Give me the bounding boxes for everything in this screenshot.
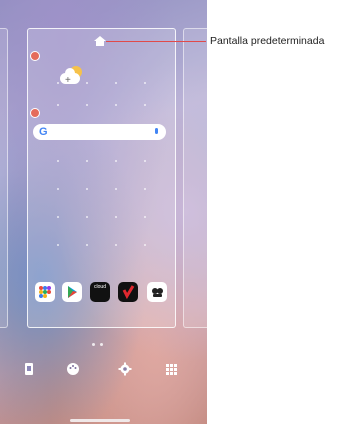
cloud-app-label: cloud — [94, 284, 106, 290]
page-indicator[interactable] — [92, 343, 95, 346]
grid-dot — [86, 216, 88, 218]
remove-widget-icon[interactable] — [30, 51, 40, 61]
remove-widget-icon[interactable] — [30, 108, 40, 118]
grid-dot — [144, 104, 146, 106]
right-page-preview[interactable] — [183, 28, 207, 328]
grid-dot — [144, 188, 146, 190]
gear-icon[interactable] — [118, 362, 132, 376]
grid-dot — [115, 104, 117, 106]
grid-dot — [115, 82, 117, 84]
grid-dot — [115, 244, 117, 246]
grid-dot — [115, 188, 117, 190]
grid-dot — [57, 82, 59, 84]
grid-dot — [144, 216, 146, 218]
grid-apps-icon[interactable] — [164, 362, 178, 376]
widgets-icon[interactable] — [22, 362, 36, 376]
google-logo-icon: G — [39, 126, 48, 138]
grid-dot — [86, 188, 88, 190]
grid-dot — [57, 216, 59, 218]
play-store-icon[interactable] — [62, 282, 82, 302]
cloud-app-icon[interactable]: cloud — [90, 282, 110, 302]
left-page-preview[interactable] — [0, 28, 8, 328]
callout-line — [106, 41, 206, 42]
grid-dot — [86, 82, 88, 84]
callout-label: Pantalla predeterminada — [210, 35, 325, 47]
grid-dot — [144, 160, 146, 162]
grid-dot — [86, 104, 88, 106]
search-bar[interactable]: G — [33, 124, 166, 140]
page-indicator[interactable] — [100, 343, 103, 346]
grid-dot — [86, 244, 88, 246]
palette-icon[interactable] — [66, 362, 80, 376]
grid-dot — [144, 82, 146, 84]
mic-icon[interactable] — [155, 128, 158, 134]
grid-dot — [57, 188, 59, 190]
grid-dot — [57, 104, 59, 106]
grid-dot — [115, 160, 117, 162]
messages-icon[interactable] — [147, 282, 167, 302]
phone-screen: + G cloud — [0, 0, 207, 424]
verizon-icon[interactable] — [118, 282, 138, 302]
home-indicator-bar — [70, 419, 130, 422]
grid-dot — [57, 160, 59, 162]
grid-dot — [144, 244, 146, 246]
grid-dot — [57, 244, 59, 246]
home-icon[interactable] — [94, 36, 106, 46]
folder-apps-icon[interactable] — [35, 282, 55, 302]
grid-dot — [86, 160, 88, 162]
grid-dot — [115, 216, 117, 218]
